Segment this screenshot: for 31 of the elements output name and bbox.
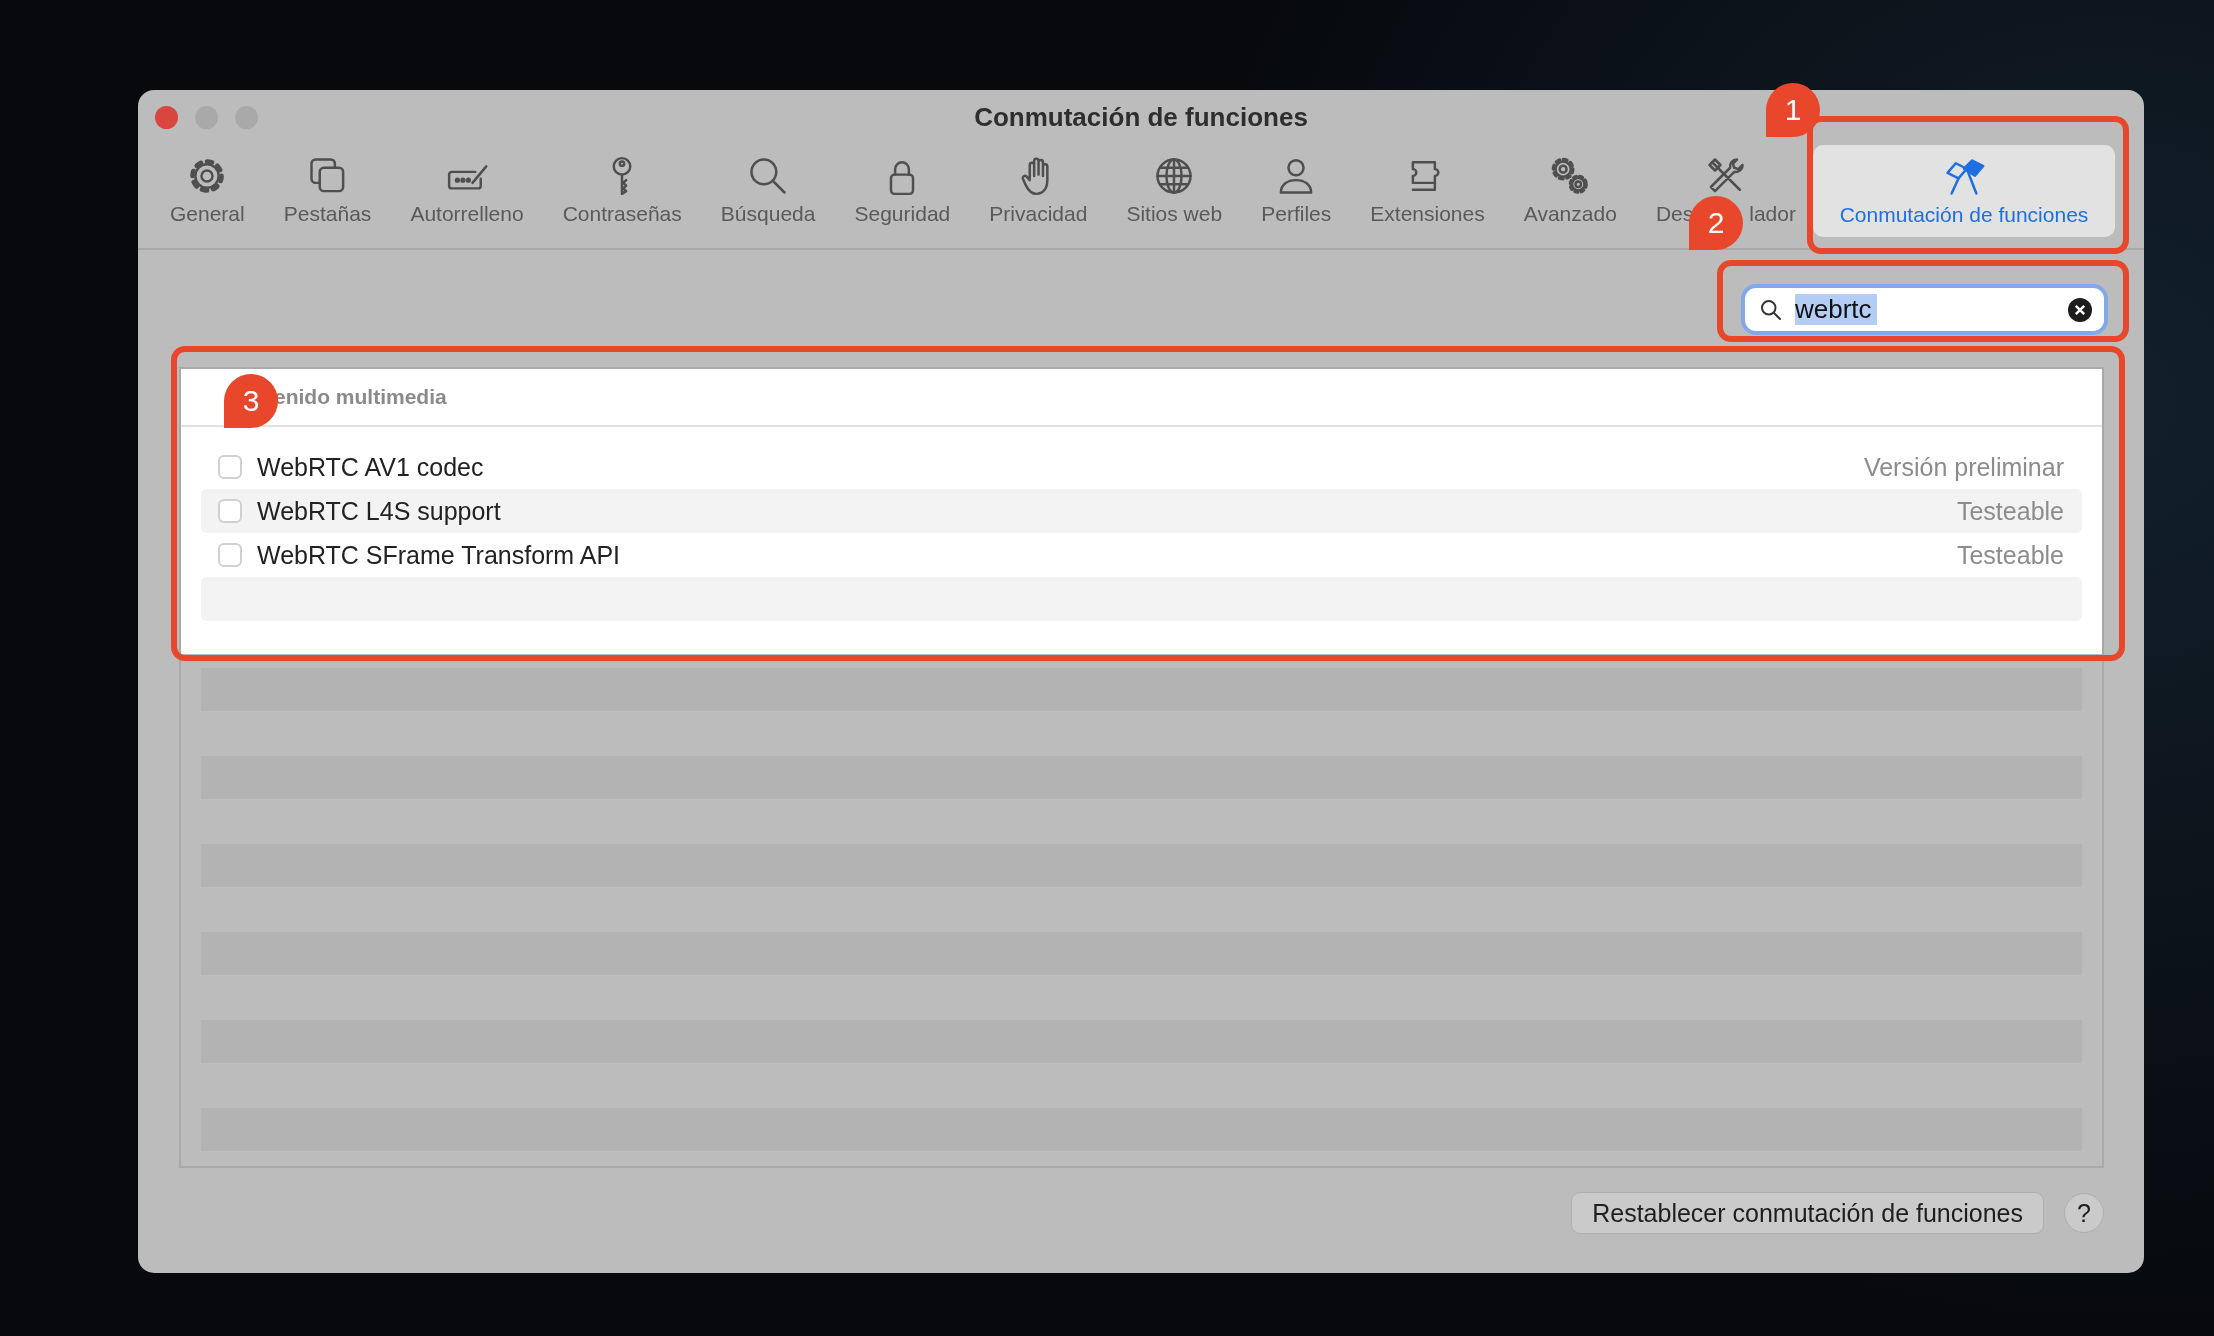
toolbar-tab[interactable]: Búsqueda <box>718 154 818 226</box>
feature-row[interactable]: WebRTC L4S support Testeable <box>201 489 2082 533</box>
toolbar-tab[interactable]: Contraseñas <box>560 154 684 226</box>
help-button[interactable]: ? <box>2064 1193 2104 1233</box>
feature-name: WebRTC L4S support <box>257 496 502 526</box>
feature-row[interactable]: WebRTC SFrame Transform API Testeable <box>201 533 2082 577</box>
toolbar-tab[interactable]: Avanzado <box>1521 154 1619 226</box>
toolbar-tab[interactable]: Extensiones <box>1368 154 1487 226</box>
step-marker: 1 <box>1766 83 1820 137</box>
toolbar-tab[interactable]: Sitios web <box>1124 154 1225 226</box>
toolbar-tab[interactable]: Perfiles <box>1259 154 1334 226</box>
close-button[interactable] <box>155 106 178 129</box>
toolbar-tab[interactable]: Conmutación de funciones <box>1813 145 2115 237</box>
reset-button[interactable]: Restablecer conmutación de funciones <box>1571 1192 2044 1234</box>
checkbox[interactable] <box>218 543 242 567</box>
feature-row[interactable]: WebRTC AV1 codec Versión preliminar <box>201 445 2082 489</box>
search-icon <box>1759 297 1783 322</box>
toolbar-tab[interactable]: Pestañas <box>281 154 374 226</box>
feature-name: WebRTC AV1 codec <box>257 452 485 482</box>
feature-name: WebRTC SFrame Transform API <box>257 540 622 570</box>
clear-icon[interactable] <box>2068 297 2092 322</box>
toolbar-tab[interactable]: General <box>168 154 247 226</box>
feature-status: Testeable <box>1956 540 2064 570</box>
toolbar-tab[interactable]: Autorrelleno <box>408 154 526 226</box>
checkbox[interactable] <box>218 455 242 479</box>
window-title: Conmutación de funciones <box>974 101 1308 133</box>
toolbar-tab[interactable]: Privacidad <box>987 154 1090 226</box>
toolbar-tab[interactable]: Seguridad <box>852 154 953 226</box>
feature-status: Versión preliminar <box>1863 452 2064 482</box>
feature-status: Testeable <box>1956 496 2064 526</box>
checkbox[interactable] <box>218 499 242 523</box>
